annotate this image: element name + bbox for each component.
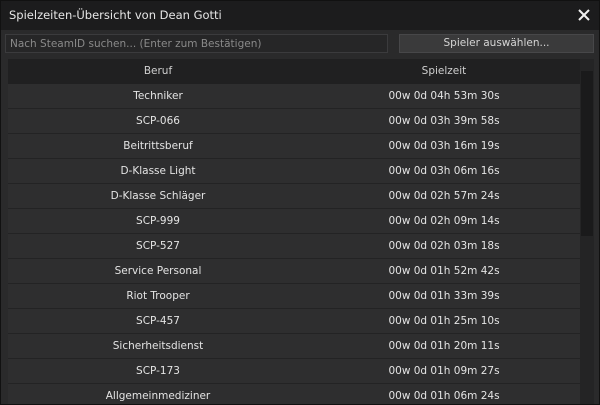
table-row[interactable]: SCP-527 00w 0d 02h 03m 18s xyxy=(8,234,580,259)
playtime-cell: 00w 0d 01h 09m 27s xyxy=(388,365,500,377)
column-header-job[interactable]: Beruf xyxy=(8,59,308,84)
playtime-cell: 00w 0d 04h 53m 30s xyxy=(388,90,500,102)
job-cell: SCP-527 xyxy=(136,240,180,252)
column-header-playtime[interactable]: Spielzeit xyxy=(308,59,580,84)
table-row[interactable]: SCP-066 00w 0d 03h 39m 58s xyxy=(8,109,580,134)
playtime-cell: 00w 0d 03h 16m 19s xyxy=(388,140,500,152)
playtime-cell: 00w 0d 01h 52m 42s xyxy=(388,265,500,277)
table-row[interactable]: SCP-173 00w 0d 01h 09m 27s xyxy=(8,359,580,384)
playtime-cell: 00w 0d 01h 33m 39s xyxy=(388,290,500,302)
job-cell: SCP-066 xyxy=(136,115,180,127)
table-row[interactable]: D-Klasse Light 00w 0d 03h 06m 16s xyxy=(8,159,580,184)
playtime-cell: 00w 0d 02h 57m 24s xyxy=(388,190,500,202)
table-row[interactable]: Techniker 00w 0d 04h 53m 30s xyxy=(8,84,580,109)
job-cell: Allgemeinmediziner xyxy=(105,390,211,402)
table-row[interactable]: D-Klasse Schläger 00w 0d 02h 57m 24s xyxy=(8,184,580,209)
playtime-cell: 00w 0d 01h 25m 10s xyxy=(388,315,500,327)
steamid-search-input[interactable] xyxy=(5,34,388,53)
job-cell: Techniker xyxy=(133,90,183,102)
table-row[interactable]: SCP-999 00w 0d 02h 09m 14s xyxy=(8,209,580,234)
job-cell: SCP-999 xyxy=(136,215,180,227)
job-cell: D-Klasse Light xyxy=(120,165,196,177)
playtime-cell: 00w 0d 03h 06m 16s xyxy=(388,165,500,177)
title-bar[interactable]: Spielzeiten-Übersicht von Dean Gotti xyxy=(1,1,599,30)
table-row[interactable]: Sicherheitsdienst 00w 0d 01h 20m 11s xyxy=(8,334,580,359)
scrollbar-thumb[interactable] xyxy=(581,71,593,236)
playtime-window: Spielzeiten-Übersicht von Dean Gotti Spi… xyxy=(0,0,600,405)
playtime-cell: 00w 0d 02h 03m 18s xyxy=(388,240,500,252)
table-row[interactable]: Service Personal 00w 0d 01h 52m 42s xyxy=(8,259,580,284)
table-row[interactable]: Allgemeinmediziner 00w 0d 01h 06m 24s xyxy=(8,384,580,404)
job-cell: D-Klasse Schläger xyxy=(110,190,206,202)
table-row[interactable]: Riot Trooper 00w 0d 01h 33m 39s xyxy=(8,284,580,309)
job-cell: Sicherheitsdienst xyxy=(112,340,204,352)
window-title: Spielzeiten-Übersicht von Dean Gotti xyxy=(9,8,222,22)
job-cell: Service Personal xyxy=(114,265,202,277)
job-cell: SCP-457 xyxy=(136,315,180,327)
playtime-cell: 00w 0d 02h 09m 14s xyxy=(388,215,500,227)
job-cell: SCP-173 xyxy=(136,365,180,377)
table-scrollbar[interactable] xyxy=(580,59,594,404)
table-row[interactable]: Beitrittsberuf 00w 0d 03h 16m 19s xyxy=(8,134,580,159)
close-icon[interactable] xyxy=(575,6,593,24)
playtime-cell: 00w 0d 01h 20m 11s xyxy=(388,340,500,352)
playtime-cell: 00w 0d 03h 39m 58s xyxy=(388,115,500,127)
select-player-button[interactable]: Spieler auswählen... xyxy=(399,34,594,53)
job-cell: Riot Trooper xyxy=(126,290,190,302)
playtime-table: Beruf Spielzeit Techniker 00w 0d 04h 53m … xyxy=(8,59,580,404)
job-cell: Beitrittsberuf xyxy=(123,140,193,152)
table-header: Beruf Spielzeit xyxy=(8,59,580,84)
playtime-cell: 00w 0d 01h 06m 24s xyxy=(388,390,500,402)
table-row[interactable]: SCP-457 00w 0d 01h 25m 10s xyxy=(8,309,580,334)
